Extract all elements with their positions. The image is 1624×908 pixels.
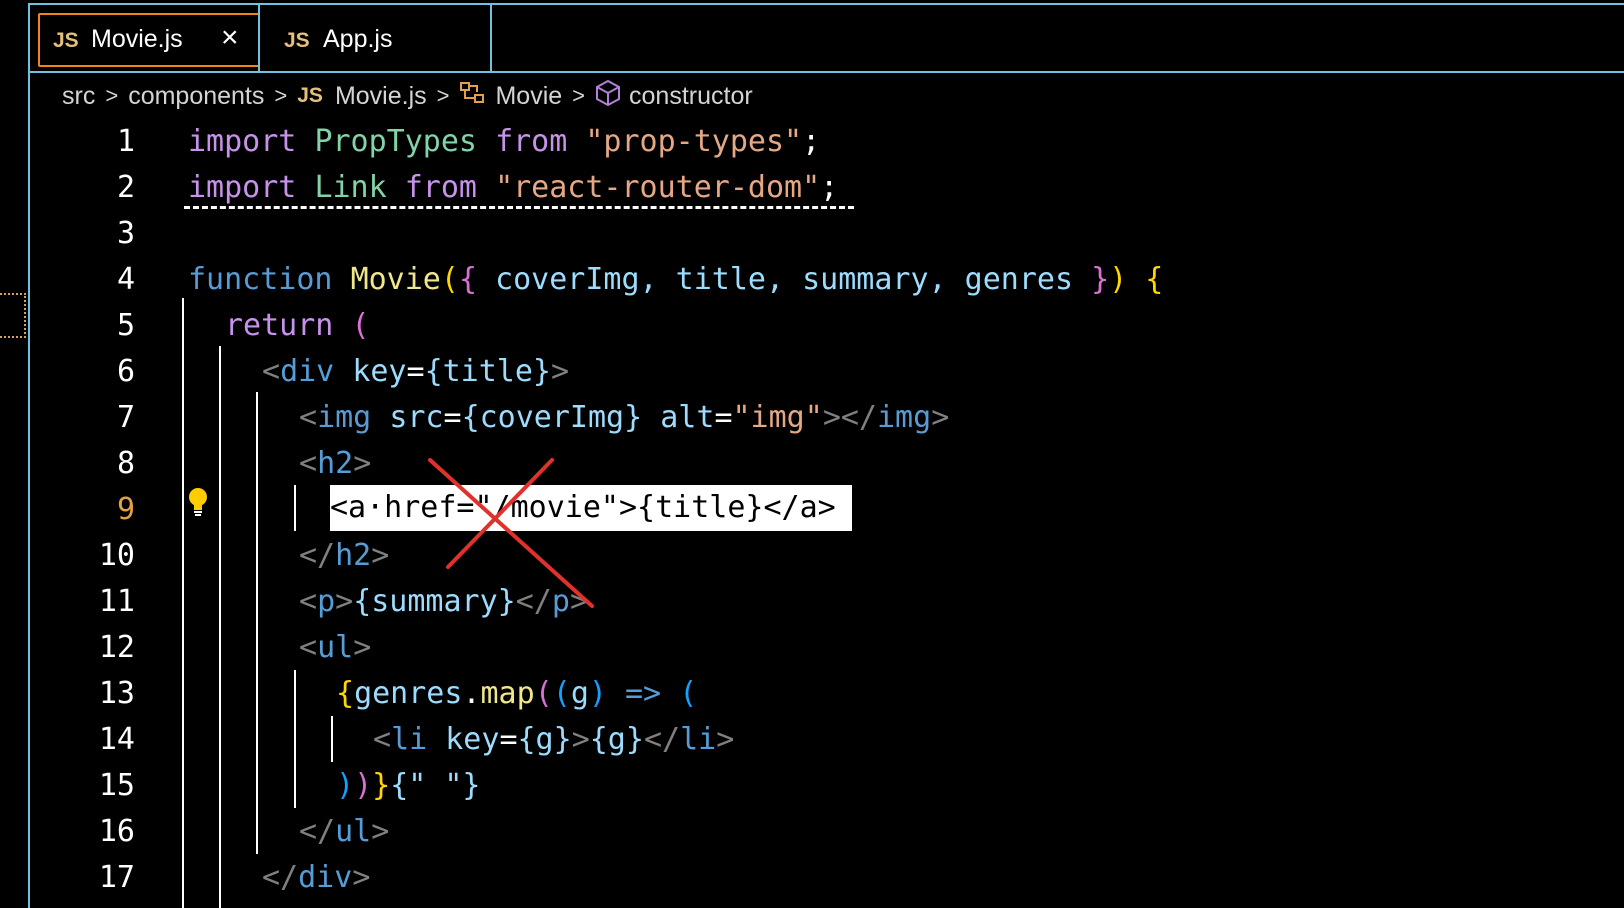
line-number: 6 (116, 354, 135, 389)
line-number: 14 (98, 722, 135, 757)
code-line-6: <div key={title}> (262, 354, 570, 389)
line-number: 16 (98, 814, 135, 849)
tab-label: Movie.js (91, 25, 183, 53)
line-number: 12 (98, 630, 135, 665)
code-line-10: </h2> (299, 538, 390, 573)
line-number: 3 (116, 216, 135, 251)
breadcrumb-item-constructor[interactable]: constructor (629, 82, 753, 111)
line-number: 13 (98, 676, 135, 711)
chevron-right-icon: > (572, 83, 586, 108)
code-line-2: import Link from "react-router-dom"; (188, 170, 839, 205)
line-number: 10 (98, 538, 135, 573)
chevron-right-icon: > (105, 83, 119, 108)
tab-divider (490, 5, 492, 71)
code-editor: JS Movie.js × JS App.js src > components… (0, 0, 1624, 908)
tab-label: App.js (323, 25, 393, 53)
javascript-file-icon: JS (297, 84, 323, 107)
tab-movie-js[interactable]: JS Movie.js × (30, 5, 270, 71)
line-number: 15 (98, 768, 135, 803)
javascript-file-icon: JS (284, 29, 310, 52)
indent-guide (331, 716, 333, 762)
javascript-file-icon: JS (53, 29, 79, 52)
code-line-17: </div> (262, 860, 371, 895)
window-border-left (28, 3, 30, 908)
line-number: 11 (98, 584, 135, 619)
breadcrumb: src > components > JS Movie.js > Movie >… (62, 79, 753, 114)
indent-guide (294, 485, 296, 531)
line-number: 2 (116, 170, 135, 205)
code-line-7: <img src={coverImg} alt="img"></img> (299, 400, 950, 435)
code-line-5: return ( (225, 308, 370, 343)
indent-guide (182, 298, 184, 908)
line-number: 17 (98, 860, 135, 895)
close-icon[interactable]: × (221, 23, 239, 53)
indent-guide (219, 346, 221, 908)
breadcrumb-item-components[interactable]: components (128, 82, 264, 111)
code-line-16: </ul> (299, 814, 390, 849)
breadcrumb-item-movie-class[interactable]: Movie (495, 82, 562, 111)
code-line-13: {genres.map((g) => ( (336, 676, 698, 711)
lightbulb-icon[interactable] (186, 486, 210, 518)
tab-bar-border (28, 71, 1624, 73)
code-line-8: <h2> (299, 446, 372, 481)
tab-divider (258, 5, 260, 71)
code-line-15: ))}{" "} (336, 768, 481, 803)
breadcrumb-item-movie-js[interactable]: Movie.js (335, 82, 427, 111)
line-number: 5 (116, 308, 135, 343)
code-line-12: <ul> (299, 630, 372, 665)
code-line-4: function Movie({ coverImg, title, summar… (188, 262, 1164, 297)
code-line-14: <li key={g}>{g}</li> (373, 722, 735, 757)
line-number: 8 (116, 446, 135, 481)
line-number: 1 (116, 124, 135, 159)
indent-guide (294, 670, 296, 808)
tab-app-js[interactable]: JS App.js (270, 5, 510, 71)
breadcrumb-item-src[interactable]: src (62, 82, 95, 111)
red-cross-annotation (428, 458, 594, 608)
indent-guide (256, 392, 258, 854)
line-number-active: 9 (116, 492, 135, 527)
line-number: 7 (116, 400, 135, 435)
code-line-1: import PropTypes from "prop-types"; (188, 124, 821, 159)
class-symbol-icon (459, 80, 487, 113)
chevron-right-icon: > (436, 83, 450, 108)
line-number: 4 (116, 262, 135, 297)
method-cube-icon (595, 79, 621, 114)
chevron-right-icon: > (274, 83, 288, 108)
activity-bar-marker (0, 293, 26, 338)
